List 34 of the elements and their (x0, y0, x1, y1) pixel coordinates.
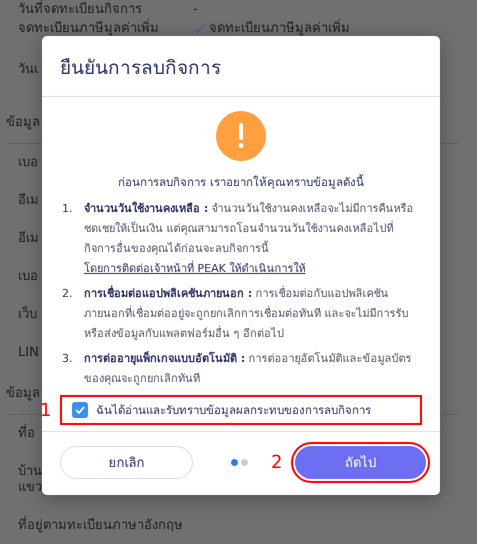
field-label: จดทะเบียนภาษีมูลค่าเพิ่ม (18, 20, 159, 38)
checkbox[interactable] (72, 402, 88, 418)
field-label: วันที่จดทะเบียนกิจการ (18, 1, 142, 18)
dialog-subtitle: ก่อนการลบกิจการ เราอยากให้คุณทราบข้อมูลดังนี้ (118, 173, 364, 191)
field-label: บ้าน แขว (18, 464, 42, 496)
field-label: ที่อ (18, 426, 35, 442)
field-value: - (193, 1, 198, 19)
field-label: เบอ (18, 269, 38, 285)
list-text: จำนวนวันใช้งานคงเหลือ : จำนวนวันใช้งานคงเหลือจะไม่มีการคืนหรือชดเชยให้เป็นเงิน แต่คุณสามารถโอนจำนวนวันใช้งานคงเหลือไปที่กิจการอื่นของคุณได้ก่อนจะลบกิจการนี้ โดยการติดต่อเจ้าหน้าที่ PEAK ให้ดำเนินการให้ (84, 200, 415, 277)
field-value: จดทะเบียนภาษีมูลค่าเพิ่ม (193, 20, 350, 38)
list-number: 3. (62, 351, 74, 367)
annotation-number: 2 (271, 452, 282, 473)
list-number: 2. (62, 286, 74, 302)
warning-icon (216, 111, 266, 161)
contact-link[interactable]: โดยการติดต่อเจ้าหน้าที่ PEAK ให้ดำเนินการให้ (84, 262, 306, 275)
list-text: การเชื่อมต่อแอปพลิเคชันภายนอก : การเชื่อมต่อกับแอปพลิเคชันภายนอกที่เชื่อมต่ออยู่จะถูกยกเลิกการเชื่อมต่อทันที และจะไม่มีการรับหรือส่งข้อมูลกับแพลตฟอร์มอื่น ๆ อีกต่อไป (84, 284, 410, 342)
section-title: ข้อมูล (6, 386, 40, 401)
next-button[interactable]: ถัดไป (295, 446, 426, 479)
list-number: 1. (62, 201, 74, 217)
field-label: ที่อยู่ตามทะเบียนภาษาอังกฤษ (18, 518, 183, 534)
section-title: ข้อมูล (6, 115, 40, 130)
field-label: อีเม (18, 231, 39, 247)
checkbox-label: ฉันได้อ่านและรับทราบข้อมูลผลกระทบของการลบกิจการ (96, 402, 371, 419)
field-label: เว็บ (18, 307, 37, 323)
cancel-button[interactable]: ยกเลิก (60, 446, 193, 479)
field-label: วันเ (18, 61, 38, 79)
check-icon (193, 24, 205, 34)
field-label: อีเม (18, 193, 39, 209)
field-label: เบอ (18, 155, 38, 171)
list-text: การต่ออายุแพ็กเกจแบบอัตโนมัติ : การต่ออายุอัตโนมัติและข้อมูลบัตรของคุณจะถูกยกเลิกทันที (84, 350, 413, 387)
check-icon (75, 406, 85, 414)
annotation-number: 1 (40, 400, 52, 420)
field-label: LIN (18, 345, 39, 361)
dialog-title: ยืนยันการลบกิจการ (42, 36, 440, 97)
